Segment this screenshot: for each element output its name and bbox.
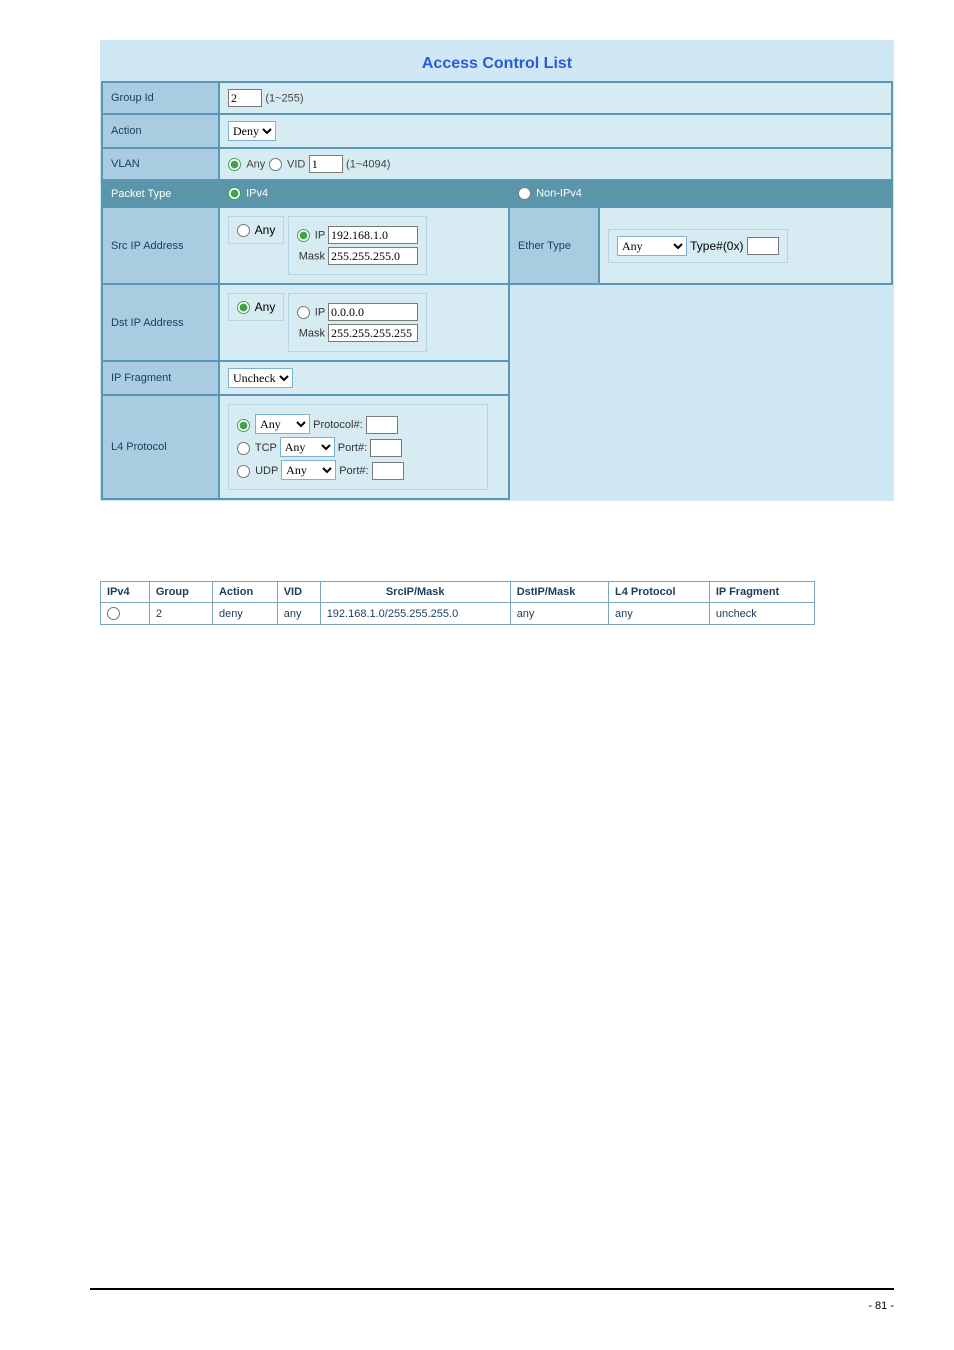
srcip-any-label: Any bbox=[255, 223, 276, 237]
l4-proto-input[interactable] bbox=[366, 416, 398, 434]
l4-any-radio[interactable] bbox=[237, 419, 250, 432]
ether-type-select[interactable]: Any bbox=[617, 236, 687, 256]
vlan-vid-radio[interactable] bbox=[269, 158, 282, 171]
dstip-mask-label: Mask bbox=[299, 328, 325, 340]
col-group: Group bbox=[149, 582, 212, 603]
result-vid: any bbox=[277, 603, 320, 625]
result-group: 2 bbox=[149, 603, 212, 625]
srcip-mask-label: Mask bbox=[299, 251, 325, 263]
ipv4-label: IPv4 bbox=[246, 187, 268, 199]
ipfrag-row: IP Fragment Uncheck bbox=[102, 361, 892, 395]
vlan-label: VLAN bbox=[102, 148, 219, 180]
l4-tcp-port-input[interactable] bbox=[370, 439, 402, 457]
col-ipfrag: IP Fragment bbox=[709, 582, 814, 603]
non-ipv4-label: Non-IPv4 bbox=[536, 187, 582, 199]
page-number: - 81 - bbox=[868, 1300, 894, 1312]
dstip-mask-input[interactable] bbox=[328, 324, 418, 342]
l4-any-select[interactable]: Any bbox=[255, 414, 310, 434]
dstip-any-radio[interactable] bbox=[237, 301, 250, 314]
result-section: IPv4 Group Action VID SrcIP/Mask DstIP/M… bbox=[100, 581, 894, 625]
group-id-row: Group Id (1~255) bbox=[102, 82, 892, 114]
srcip-label: Src IP Address bbox=[102, 207, 219, 284]
non-ipv4-radio[interactable] bbox=[518, 187, 531, 200]
col-l4: L4 Protocol bbox=[609, 582, 710, 603]
ipfrag-label: IP Fragment bbox=[102, 361, 219, 395]
l4-tcp-port-label: Port#: bbox=[338, 442, 367, 454]
vlan-any-radio[interactable] bbox=[228, 158, 241, 171]
dstip-ip-label: IP bbox=[315, 307, 325, 319]
srcip-ip-label: IP bbox=[315, 230, 325, 242]
result-table: IPv4 Group Action VID SrcIP/Mask DstIP/M… bbox=[100, 581, 815, 625]
acl-form-table: Group Id (1~255) Action Deny VLAN bbox=[101, 81, 893, 500]
result-action: deny bbox=[212, 603, 277, 625]
vlan-hint: (1~4094) bbox=[346, 159, 390, 171]
ipfrag-select[interactable]: Uncheck bbox=[228, 368, 293, 388]
srcip-ip-input[interactable] bbox=[328, 226, 418, 244]
result-dst: any bbox=[510, 603, 608, 625]
l4-udp-radio[interactable] bbox=[237, 465, 250, 478]
vlan-any-label: Any bbox=[246, 159, 265, 171]
ether-type-text: Type#(0x) bbox=[690, 239, 743, 253]
l4-label: L4 Protocol bbox=[102, 395, 219, 499]
l4-row: L4 Protocol Any Protocol#: bbox=[102, 395, 892, 499]
group-id-input[interactable] bbox=[228, 89, 262, 107]
action-select[interactable]: Deny bbox=[228, 121, 276, 141]
ether-type-input[interactable] bbox=[747, 237, 779, 255]
col-srcip: SrcIP/Mask bbox=[320, 582, 510, 603]
srcip-mask-input[interactable] bbox=[328, 247, 418, 265]
action-label: Action bbox=[102, 114, 219, 148]
l4-udp-label: UDP bbox=[255, 465, 278, 477]
result-row: 2 deny any 192.168.1.0/255.255.255.0 any… bbox=[101, 603, 815, 625]
l4-udp-select[interactable]: Any bbox=[281, 460, 336, 480]
dstip-ip-radio[interactable] bbox=[297, 306, 310, 319]
ipv4-radio[interactable] bbox=[228, 187, 241, 200]
col-vid: VID bbox=[277, 582, 320, 603]
result-header-row: IPv4 Group Action VID SrcIP/Mask DstIP/M… bbox=[101, 582, 815, 603]
ether-type-label: Ether Type bbox=[509, 207, 599, 284]
l4-tcp-label: TCP bbox=[255, 442, 277, 454]
group-id-hint: (1~255) bbox=[265, 93, 303, 105]
col-dstip: DstIP/Mask bbox=[510, 582, 608, 603]
result-frag: uncheck bbox=[709, 603, 814, 625]
result-src: 192.168.1.0/255.255.255.0 bbox=[320, 603, 510, 625]
srcip-any-radio[interactable] bbox=[237, 224, 250, 237]
result-row-radio[interactable] bbox=[107, 607, 120, 620]
srcip-ip-radio[interactable] bbox=[297, 229, 310, 242]
page-title: Access Control List bbox=[101, 41, 893, 81]
srcip-ether-row: Src IP Address Any IP Mask bbox=[102, 207, 892, 284]
result-l4: any bbox=[609, 603, 710, 625]
dstip-any-label: Any bbox=[255, 300, 276, 314]
vlan-row: VLAN Any VID (1~4094) bbox=[102, 148, 892, 180]
acl-panel: Access Control List Group Id (1~255) Act… bbox=[100, 40, 894, 501]
action-row: Action Deny bbox=[102, 114, 892, 148]
group-id-label: Group Id bbox=[102, 82, 219, 114]
dstip-row: Dst IP Address Any IP Mask bbox=[102, 284, 892, 361]
packet-type-label: Packet Type bbox=[102, 180, 219, 207]
l4-udp-port-label: Port#: bbox=[339, 465, 368, 477]
l4-udp-port-input[interactable] bbox=[372, 462, 404, 480]
l4-proto-label: Protocol#: bbox=[313, 419, 363, 431]
vlan-vid-input[interactable] bbox=[309, 155, 343, 173]
packet-type-row: Packet Type IPv4 Non-IPv4 bbox=[102, 180, 892, 207]
vlan-vid-label: VID bbox=[287, 159, 305, 171]
col-ipv4: IPv4 bbox=[101, 582, 150, 603]
l4-tcp-radio[interactable] bbox=[237, 442, 250, 455]
footer-rule bbox=[90, 1288, 894, 1290]
col-action: Action bbox=[212, 582, 277, 603]
dstip-label: Dst IP Address bbox=[102, 284, 219, 361]
l4-tcp-select[interactable]: Any bbox=[280, 437, 335, 457]
dstip-ip-input[interactable] bbox=[328, 303, 418, 321]
